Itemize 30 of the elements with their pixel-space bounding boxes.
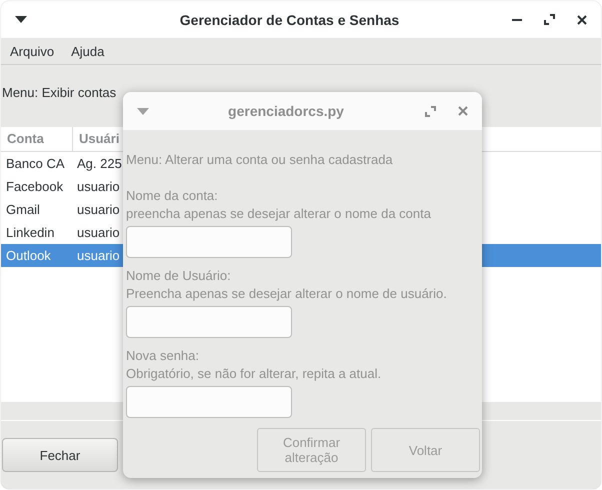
input-field[interactable] [126, 306, 292, 338]
info-text: Menu: Exibir contas [2, 85, 116, 101]
close-button[interactable]: Fechar [2, 438, 118, 472]
table-cell-text: Outlook [5, 248, 52, 263]
field-label: Nova senha: [126, 347, 200, 365]
table-cell-text: usuario [76, 179, 120, 194]
window-title: Gerenciador de Contas e Senhas [178, 12, 400, 28]
maximize-icon[interactable] [544, 14, 555, 25]
caret-icon[interactable] [15, 16, 27, 23]
table-cell-text: usuario [76, 248, 120, 263]
table-cell-text: usuario [76, 202, 120, 217]
field-hint: Preencha apenas se desejar alterar o nome de usuário. [126, 285, 448, 303]
field-label: Nome de Usuário: [126, 267, 232, 285]
minimize-icon[interactable] [512, 18, 522, 20]
field-hint: preencha apenas se desejar alterar o nome da conta [126, 205, 432, 223]
field-label: Nome da conta: [126, 187, 219, 205]
menu-item[interactable]: Arquivo [10, 44, 54, 58]
dialog-heading: Menu: Alterar uma conta ou senha cadastrada [126, 152, 394, 167]
close-icon[interactable] [577, 14, 587, 24]
dialog-title: gerenciadorcs.py [227, 103, 345, 119]
input-field[interactable] [126, 386, 292, 418]
field-hint: Obrigatório, se não for alterar, repita a atual. [126, 365, 382, 383]
table-cell-text: Gmail [5, 202, 41, 217]
table-cell-text: Facebook [5, 179, 64, 194]
input-field[interactable] [126, 226, 292, 258]
table-cell-text: usuario [76, 225, 120, 240]
table-cell-text: Linkedin [5, 225, 56, 240]
table-cell-text: Banco CA [5, 156, 66, 171]
menu-item[interactable]: Ajuda [71, 44, 104, 58]
table-cell-text: Ag. 225 [76, 156, 122, 171]
